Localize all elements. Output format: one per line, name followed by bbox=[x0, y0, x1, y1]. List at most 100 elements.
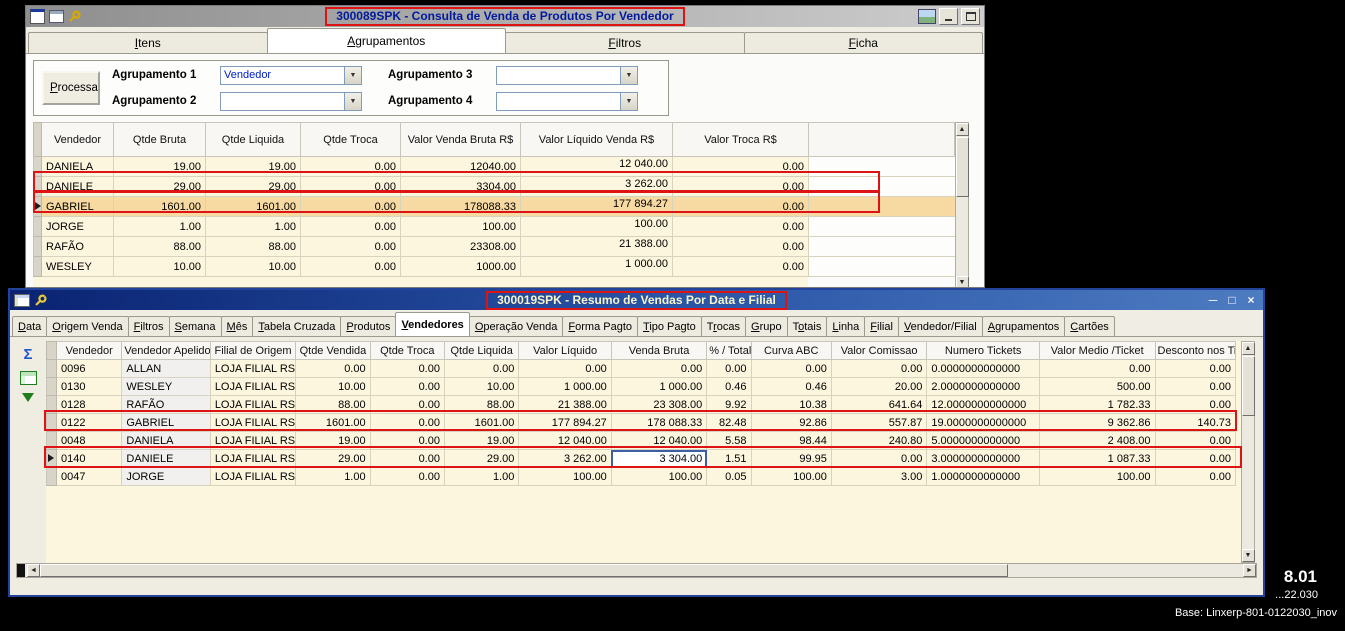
column-header-vendedor[interactable]: Vendedor bbox=[56, 341, 123, 360]
grid-cell[interactable]: 10.00 bbox=[113, 256, 206, 277]
column-header-valor-troca-r[interactable]: Valor Troca R$ bbox=[672, 122, 809, 157]
grid-cell[interactable]: 1 087.33 bbox=[1039, 449, 1156, 468]
image-icon[interactable] bbox=[918, 9, 936, 24]
grid-cell[interactable]: 99.95 bbox=[751, 449, 832, 468]
tab-filial[interactable]: Filial bbox=[864, 316, 899, 336]
grid-cell[interactable]: 0.00 bbox=[831, 359, 928, 378]
tab-produtos[interactable]: Produtos bbox=[340, 316, 397, 336]
grid-cell[interactable]: 3.00 bbox=[831, 467, 928, 486]
grid-cell[interactable]: WESLEY bbox=[121, 377, 211, 396]
vertical-scrollbar[interactable]: ▲ ▼ bbox=[1241, 341, 1255, 563]
grid-cell[interactable]: 82.48 bbox=[706, 413, 752, 432]
table-row[interactable]: 0128 RAFÃO LOJA FILIAL RS 88.00 0.00 88.00 21 … bbox=[46, 395, 1236, 414]
tab-agrupamentos[interactable]: Agrupamentos bbox=[266, 28, 506, 53]
grid-cell[interactable]: 9.92 bbox=[706, 395, 752, 414]
grid-cell[interactable]: 19.00 bbox=[205, 156, 301, 177]
grid-cell[interactable]: 1.0000000000000 bbox=[926, 467, 1040, 486]
column-header-total[interactable]: % / Total bbox=[706, 341, 752, 360]
close-button[interactable]: × bbox=[1243, 292, 1259, 308]
grid-cell[interactable]: 12040.00 bbox=[400, 156, 521, 177]
agrupamento1-combobox[interactable]: Vendedor ▼ bbox=[220, 65, 362, 85]
grid-cell[interactable]: 0.00 bbox=[672, 216, 809, 237]
column-header-valor-l-quido[interactable]: Valor Líquido bbox=[518, 341, 612, 360]
grid-cell[interactable]: 0.00 bbox=[444, 359, 520, 378]
grid-cell[interactable]: 0.00 bbox=[1155, 467, 1236, 486]
column-header-qtde-liquida[interactable]: Qtde Liquida bbox=[205, 122, 301, 157]
table-row[interactable]: RAFÃO 88.00 88.00 0.00 23308.00 21 388.00 0.00 bbox=[33, 236, 955, 257]
grid-cell[interactable]: LOJA FILIAL RS bbox=[210, 449, 297, 468]
grid-cell[interactable]: 100.00 bbox=[520, 216, 673, 237]
grid-cell[interactable]: 1601.00 bbox=[113, 196, 206, 217]
grid-cell[interactable]: 1 000.00 bbox=[611, 377, 708, 396]
grid-cell[interactable]: 0.00 bbox=[370, 395, 445, 414]
grid-cell[interactable]: 0.00 bbox=[831, 449, 928, 468]
column-header-qtde-liquida[interactable]: Qtde Liquida bbox=[443, 341, 520, 360]
horizontal-scrollbar[interactable]: ◄ ► bbox=[16, 563, 1257, 578]
column-header-curva-abc[interactable]: Curva ABC bbox=[750, 341, 832, 360]
grid-cell[interactable]: 0.0000000000000 bbox=[926, 359, 1040, 378]
grid-cell[interactable]: 0.00 bbox=[370, 359, 445, 378]
window2-titlebar[interactable]: 300019SPK - Resumo de Vendas Por Data e … bbox=[10, 290, 1263, 310]
grid-cell[interactable]: 0.00 bbox=[300, 256, 401, 277]
grid-cell[interactable]: 10.00 bbox=[444, 377, 520, 396]
tab-filtros[interactable]: Filtros bbox=[505, 32, 745, 53]
tab-origem-venda[interactable]: Origem Venda bbox=[46, 316, 129, 336]
grid-cell[interactable]: 1.00 bbox=[295, 467, 371, 486]
tab-opera-o-venda[interactable]: Operação Venda bbox=[468, 316, 564, 336]
tab-m-s[interactable]: Mês bbox=[220, 316, 254, 336]
table-row[interactable]: WESLEY 10.00 10.00 0.00 1000.00 1 000.00 0.00 bbox=[33, 256, 955, 277]
column-header-qtde-bruta[interactable]: Qtde Bruta bbox=[113, 122, 206, 157]
agrupamento3-combobox[interactable]: ▼ bbox=[496, 65, 638, 85]
grid-cell[interactable]: 12.0000000000000 bbox=[926, 395, 1040, 414]
scroll-down-icon[interactable]: ▼ bbox=[1241, 549, 1255, 562]
grid-cell[interactable]: 177 894.27 bbox=[518, 413, 612, 432]
minimize-button[interactable]: ─ bbox=[1205, 292, 1221, 308]
tab-data[interactable]: Data bbox=[12, 316, 48, 336]
grid-cell[interactable]: RAFÃO bbox=[41, 236, 114, 257]
chevron-down-icon[interactable]: ▼ bbox=[344, 66, 361, 84]
grid-cell[interactable]: 12 040.00 bbox=[611, 431, 708, 450]
tab-totais[interactable]: Totais bbox=[786, 316, 828, 336]
grid-cell[interactable]: 5.0000000000000 bbox=[926, 431, 1040, 450]
tab-semana[interactable]: Semana bbox=[168, 316, 222, 336]
grid-cell[interactable]: 3304.00 bbox=[400, 176, 521, 197]
scroll-right-icon[interactable]: ► bbox=[1243, 564, 1256, 577]
grid-cell[interactable]: 0.05 bbox=[706, 467, 752, 486]
vertical-scrollbar[interactable]: ▲ ▼ bbox=[955, 122, 969, 287]
tab-tipo-pagto[interactable]: Tipo Pagto bbox=[637, 316, 702, 336]
processa-button[interactable]: Processa bbox=[42, 71, 100, 105]
grid-cell[interactable]: 88.00 bbox=[444, 395, 520, 414]
grid-cell[interactable]: 0.00 bbox=[370, 431, 445, 450]
scroll-left-icon[interactable]: ◄ bbox=[27, 564, 40, 577]
grid-cell[interactable]: 0.00 bbox=[751, 359, 832, 378]
grid-cell[interactable]: 178088.33 bbox=[400, 196, 521, 217]
chevron-down-icon[interactable]: ▼ bbox=[620, 66, 637, 84]
tab-forma-pagto[interactable]: Forma Pagto bbox=[562, 316, 638, 336]
grid-cell[interactable]: 0096 bbox=[56, 359, 123, 378]
grid-cell[interactable]: 0.00 bbox=[300, 176, 401, 197]
maximize-button[interactable] bbox=[961, 8, 980, 25]
tab-linha[interactable]: Linha bbox=[826, 316, 866, 336]
column-header-numero-tickets[interactable]: Numero Tickets bbox=[926, 341, 1040, 360]
grid-cell[interactable]: 100.00 bbox=[751, 467, 832, 486]
grid-cell[interactable]: 1601.00 bbox=[295, 413, 371, 432]
grid-cell[interactable]: 3 262.00 bbox=[518, 449, 612, 468]
grid-cell[interactable]: 12 040.00 bbox=[520, 156, 673, 177]
table-row[interactable]: GABRIEL 1601.00 1601.00 0.00 178088.33 177 89… bbox=[33, 196, 955, 217]
grid-cell[interactable]: 1.51 bbox=[706, 449, 752, 468]
grid-cell[interactable]: 23308.00 bbox=[400, 236, 521, 257]
grid-cell[interactable]: 100.00 bbox=[611, 467, 708, 486]
tab-trocas[interactable]: Trocas bbox=[700, 316, 747, 336]
grid-cell[interactable]: 0.00 bbox=[1039, 359, 1156, 378]
column-header-valor-venda-bruta-r[interactable]: Valor Venda Bruta R$ bbox=[400, 122, 521, 157]
grid-cell[interactable]: 0.00 bbox=[300, 236, 401, 257]
grid-cell[interactable]: DANIELE bbox=[41, 176, 114, 197]
column-header-desconto-nos-tick[interactable]: Desconto nos Tick bbox=[1154, 341, 1236, 360]
grid-cell[interactable]: 23 308.00 bbox=[611, 395, 708, 414]
table-row[interactable]: 0096 ALLAN LOJA FILIAL RS 0.00 0.00 0.00 0.00 0… bbox=[46, 359, 1236, 378]
grid-cell[interactable]: 0.00 bbox=[300, 216, 401, 237]
grid-cell[interactable]: 0.00 bbox=[611, 359, 708, 378]
grid-cell[interactable]: 0130 bbox=[56, 377, 123, 396]
grid-cell[interactable]: LOJA FILIAL RS bbox=[210, 377, 297, 396]
grid-cell[interactable]: LOJA FILIAL RS bbox=[210, 467, 297, 486]
